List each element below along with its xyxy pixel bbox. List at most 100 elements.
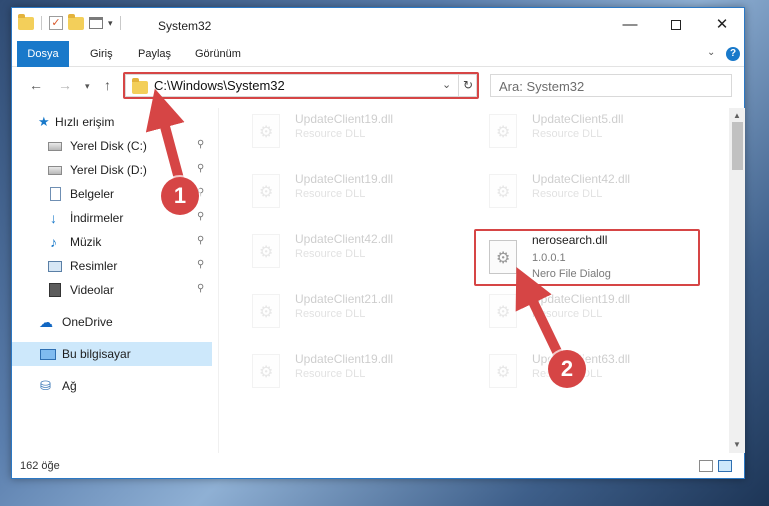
file-item[interactable]: ⚙ UpdateClient19.dll Resource DLL [469, 288, 701, 340]
file-name: UpdateClient21.dll [295, 292, 394, 306]
gear-icon: ⚙ [259, 364, 274, 381]
downloads-icon: ↓ [50, 210, 57, 226]
back-arrow-icon[interactable]: ← [29, 77, 43, 93]
file-item[interactable]: ⚙ UpdateClient19.dll Resource DLL [232, 348, 464, 400]
star-icon: ★ [38, 114, 50, 129]
sidebar-item-label: Resimler [70, 259, 118, 273]
gear-icon: ⚙ [259, 304, 274, 321]
file-explorer-window: ✓ ▾ System32 — ✕ Dosya Giriş Paylaş Görü… [11, 7, 745, 479]
gear-icon: ⚙ [259, 124, 274, 141]
details-view-icon[interactable] [699, 460, 713, 472]
recent-locations-icon[interactable]: ▾ [85, 81, 90, 92]
file-item[interactable]: ⚙ UpdateClient21.dll Resource DLL [232, 288, 464, 340]
toolbar-dropdown-icon[interactable]: ▾ [108, 18, 113, 29]
maximize-button[interactable] [653, 8, 699, 41]
sidebar-item-label: Videolar [70, 283, 114, 297]
tab-share[interactable]: Paylaş [138, 41, 171, 67]
file-description: Resource DLL [532, 128, 603, 140]
sidebar-item-label: Bu bilgisayar [62, 347, 131, 361]
dll-file-icon: ⚙ [252, 114, 280, 148]
properties-check-icon[interactable]: ✓ [49, 16, 63, 30]
file-description: Resource DLL [532, 188, 603, 200]
sidebar-item-label: Ağ [62, 379, 77, 393]
pin-icon[interactable]: ⚲ [197, 139, 204, 150]
help-icon[interactable]: ? [726, 47, 740, 61]
cloud-icon: ☁ [39, 314, 53, 330]
sidebar-item-quick-access[interactable]: ★ Hızlı erişim [12, 110, 212, 134]
file-name: UpdateClient42.dll [532, 172, 631, 186]
dll-file-icon: ⚙ [252, 354, 280, 388]
sidebar-item-this-pc[interactable]: Bu bilgisayar [12, 342, 212, 366]
expand-ribbon-icon[interactable]: ⌄ [707, 47, 715, 58]
file-item[interactable]: ⚙ UpdateClient19.dll Resource DLL [232, 168, 464, 220]
forward-arrow-icon[interactable]: → [58, 77, 72, 93]
sidebar-item-label: OneDrive [62, 315, 113, 329]
customize-toolbar-icon[interactable] [89, 17, 103, 29]
dll-file-icon: ⚙ [489, 294, 517, 328]
music-icon: ♪ [50, 234, 57, 250]
file-item[interactable]: ⚙ UpdateClient19.dll Resource DLL [232, 108, 464, 160]
file-description: Resource DLL [295, 308, 366, 320]
minimize-button[interactable]: — [607, 8, 653, 41]
tab-view[interactable]: Görünüm [195, 41, 241, 67]
toolbar-divider [41, 16, 42, 30]
up-arrow-icon[interactable]: ↑ [104, 77, 111, 93]
sidebar-item-pictures[interactable]: Resimler ⚲ [12, 254, 212, 278]
file-item[interactable]: ⚙ UpdateClient5.dll Resource DLL [469, 108, 701, 160]
file-name: UpdateClient19.dll [295, 112, 394, 126]
sidebar-item-label: Yerel Disk (C:) [70, 139, 147, 153]
close-button[interactable]: ✕ [699, 8, 745, 41]
scroll-down-icon[interactable]: ▼ [729, 437, 745, 453]
dll-file-icon: ⚙ [489, 114, 517, 148]
tab-file[interactable]: Dosya [17, 41, 69, 67]
sidebar-item-network[interactable]: ⛁ Ağ [12, 374, 212, 398]
file-description: Resource DLL [295, 248, 366, 260]
dll-file-icon: ⚙ [252, 174, 280, 208]
tiles-view-icon[interactable] [718, 460, 732, 472]
pin-icon[interactable]: ⚲ [197, 283, 204, 294]
sidebar-item-music[interactable]: ♪ Müzik ⚲ [12, 230, 212, 254]
pin-icon[interactable]: ⚲ [197, 259, 204, 270]
vertical-scrollbar[interactable]: ▲ ▼ [729, 108, 745, 453]
file-name: UpdateClient19.dll [295, 172, 394, 186]
pin-icon[interactable]: ⚲ [197, 163, 204, 174]
toolbar-divider [119, 16, 121, 30]
file-item[interactable]: ⚙ UpdateClient42.dll Resource DLL [232, 228, 464, 280]
title-bar: ✓ ▾ System32 — ✕ [12, 8, 744, 41]
file-name: UpdateClient42.dll [295, 232, 394, 246]
sidebar-item-local-disk-c[interactable]: Yerel Disk (C:) ⚲ [12, 134, 212, 158]
file-description: Resource DLL [532, 308, 603, 320]
pin-icon[interactable]: ⚲ [197, 211, 204, 222]
scroll-thumb[interactable] [732, 122, 743, 170]
new-folder-icon[interactable] [68, 13, 84, 30]
pin-icon[interactable]: ⚲ [197, 235, 204, 246]
drive-icon [48, 142, 62, 151]
dll-file-icon: ⚙ [252, 234, 280, 268]
pane-divider[interactable] [218, 108, 219, 453]
file-item[interactable]: ⚙ UpdateClient42.dll Resource DLL [469, 168, 701, 220]
drive-icon [48, 166, 62, 175]
search-placeholder[interactable]: Ara: System32 [499, 79, 584, 94]
gear-icon: ⚙ [259, 244, 274, 261]
folder-icon [18, 13, 34, 30]
status-bar: 162 öğe [12, 455, 744, 479]
sidebar-item-label: Belgeler [70, 187, 115, 201]
navigation-bar: ← → ▾ ↑ C:\Windows\System32 ⌄ ↻ Ara: Sys… [12, 68, 744, 102]
quick-access-toolbar: ✓ ▾ [18, 13, 123, 30]
search-box[interactable]: Ara: System32 [490, 74, 732, 97]
dll-file-icon: ⚙ [489, 354, 517, 388]
sidebar-item-label: İndirmeler [70, 211, 124, 225]
videos-icon [49, 283, 61, 297]
tab-home[interactable]: Giriş [90, 41, 113, 67]
sidebar-item-onedrive[interactable]: ☁ OneDrive [12, 310, 212, 334]
file-name: UpdateClient19.dll [532, 292, 631, 306]
computer-icon [40, 349, 56, 360]
window-title: System32 [158, 19, 212, 33]
file-description: Resource DLL [295, 368, 366, 380]
documents-icon [50, 187, 61, 201]
gear-icon: ⚙ [496, 124, 511, 141]
file-name: UpdateClient19.dll [295, 352, 394, 366]
sidebar-item-videos[interactable]: Videolar ⚲ [12, 278, 212, 302]
maximize-icon [671, 20, 681, 31]
item-count: 162 öğe [20, 460, 60, 472]
